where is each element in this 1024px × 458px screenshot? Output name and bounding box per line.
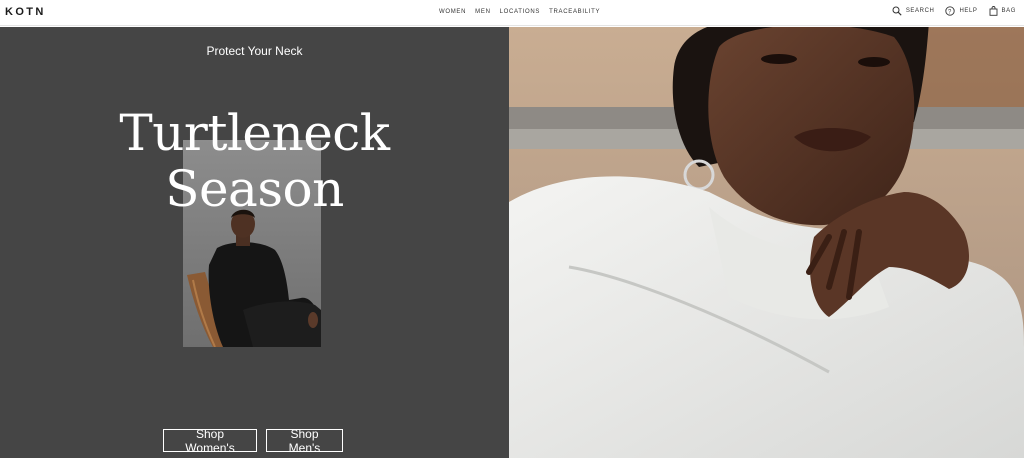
bag-label: BAG	[1001, 8, 1016, 14]
hero-eyebrow: Protect Your Neck	[206, 44, 303, 58]
help-link[interactable]: ? HELP	[945, 6, 977, 16]
search-link[interactable]: SEARCH	[892, 6, 935, 16]
hero-right-photo	[509, 27, 1024, 458]
shop-men-button[interactable]: Shop Men's	[266, 427, 343, 455]
hero-headline: Turtleneck Season	[0, 105, 509, 217]
search-icon	[892, 6, 902, 16]
hero-left-panel: Protect Your Neck Turtleneck Season Shop…	[0, 27, 509, 458]
nav-link-traceability[interactable]: TRACEABILITY	[549, 9, 600, 15]
headline-line-1: Turtleneck	[119, 104, 390, 162]
help-icon: ?	[945, 6, 956, 16]
help-label: HELP	[959, 8, 978, 14]
shop-women-button[interactable]: Shop Women's	[163, 427, 257, 455]
nav-link-locations[interactable]: LOCATIONS	[500, 9, 541, 15]
svg-text:?: ?	[948, 9, 952, 15]
woman-turtleneck-image	[509, 27, 1024, 458]
nav-link-women[interactable]: WOMEN	[439, 9, 466, 15]
main-nav: WOMEN MEN LOCATIONS TRACEABILITY	[439, 9, 600, 15]
nav-link-men[interactable]: MEN	[475, 9, 490, 15]
search-label: SEARCH	[905, 8, 935, 14]
bag-link[interactable]: BAG	[989, 6, 1016, 16]
header-utilities: SEARCH ? HELP BAG	[892, 6, 1016, 16]
brand-logo[interactable]: KOTN	[5, 6, 46, 18]
cta-row: Shop Women's Shop Men's	[163, 427, 343, 455]
headline-line-2: Season	[165, 160, 344, 218]
site-header: KOTN WOMEN MEN LOCATIONS TRACEABILITY SE…	[0, 0, 1024, 26]
bag-icon	[989, 6, 997, 16]
